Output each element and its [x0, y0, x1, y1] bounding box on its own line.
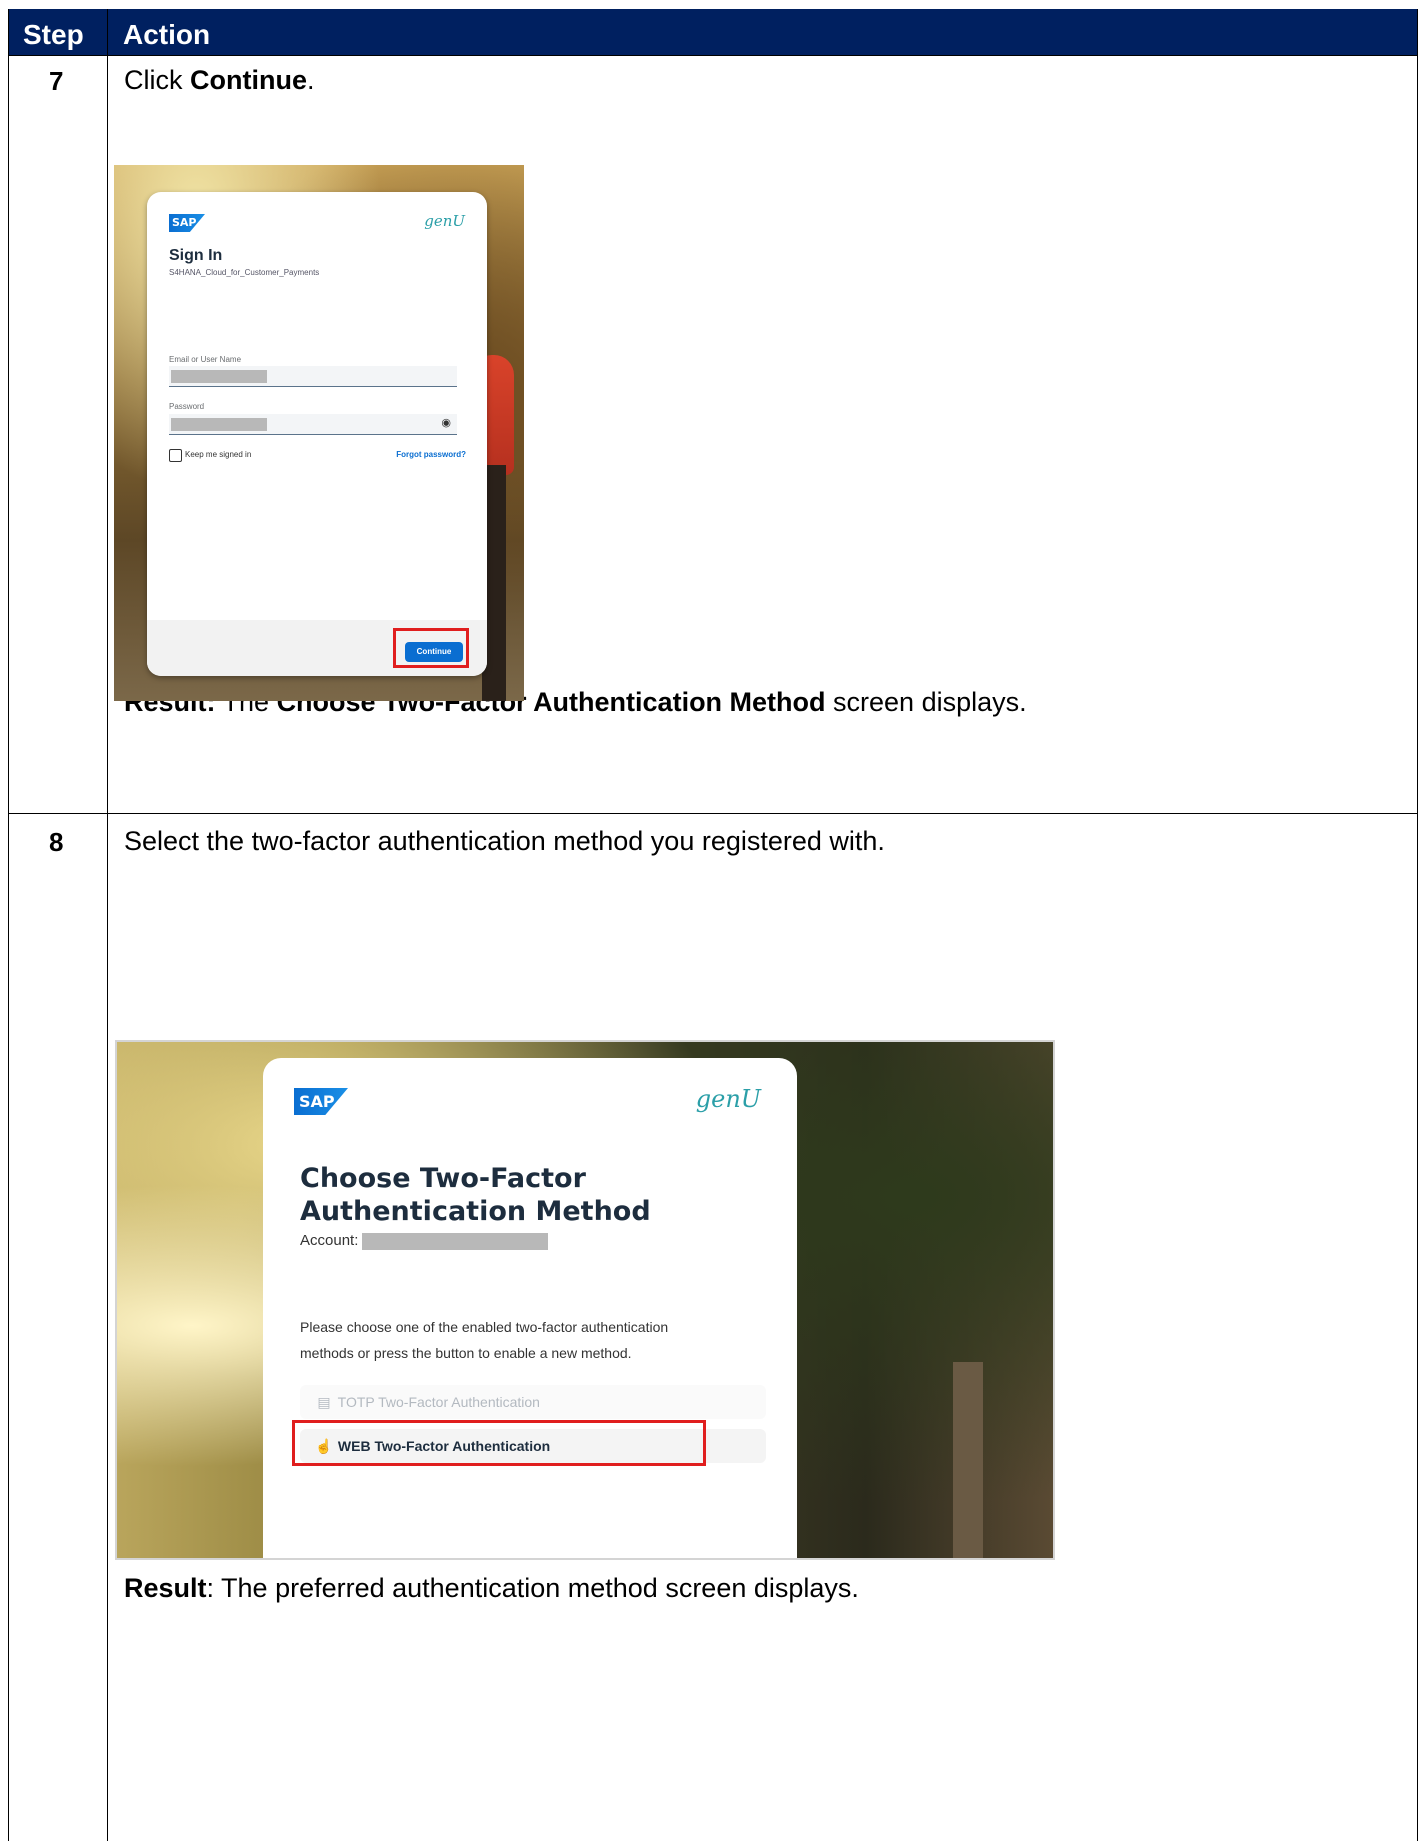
- two-factor-screenshot: SAP genU Choose Two-Factor Authenticatio…: [115, 1040, 1055, 1560]
- step-8-instruction: Select the two-factor authentication met…: [124, 826, 885, 856]
- two-factor-card: SAP genU Choose Two-Factor Authenticatio…: [263, 1058, 797, 1558]
- sign-in-card: SAP genU Sign In S4HANA_Cloud_for_Custom…: [147, 192, 487, 676]
- background-tree: [953, 1362, 983, 1558]
- header-step: Step: [23, 19, 84, 50]
- column-divider: [107, 9, 108, 1841]
- two-factor-description: Please choose one of the enabled two-fac…: [300, 1319, 669, 1361]
- redacted-value: [171, 418, 267, 431]
- password-field[interactable]: ◉: [169, 414, 457, 435]
- step-number-7: 7: [49, 66, 64, 96]
- instruction-text: .: [306, 65, 315, 95]
- password-label: Password: [169, 402, 205, 411]
- instruction-bold: Continue: [190, 65, 307, 95]
- genu-logo: genU: [424, 212, 465, 230]
- table-header: Step Action: [9, 9, 1417, 56]
- redacted-value: [171, 370, 267, 383]
- email-label: Email or User Name: [169, 355, 242, 364]
- email-field[interactable]: [169, 366, 457, 387]
- sap-logo: SAP: [169, 214, 205, 232]
- genu-logo: genU: [695, 1085, 761, 1113]
- header-action: Action: [123, 19, 211, 50]
- two-factor-title: Choose Two-Factor Authentication Method: [300, 1163, 651, 1227]
- result-text: : The preferred authentication method sc…: [206, 1573, 859, 1603]
- eye-icon[interactable]: ◉: [441, 416, 451, 429]
- sap-logo: SAP: [294, 1088, 348, 1115]
- account-label: Account:: [300, 1232, 359, 1249]
- row-divider: [9, 813, 1417, 814]
- sign-in-title: Sign In: [169, 247, 223, 264]
- redacted-account: [362, 1233, 548, 1250]
- keep-signed-in-checkbox[interactable]: [169, 449, 182, 462]
- result-text: screen displays.: [825, 687, 1027, 717]
- totp-option[interactable]: ▤ TOTP Two-Factor Authentication: [300, 1385, 766, 1419]
- step-7-instruction: Click Continue.: [124, 65, 315, 96]
- calendar-icon: ▤: [317, 1394, 331, 1410]
- step-8-result: Result: The preferred authentication met…: [124, 1573, 859, 1604]
- instruction-text: Click: [124, 65, 190, 95]
- sign-in-screenshot: SAP genU Sign In S4HANA_Cloud_for_Custom…: [114, 165, 524, 701]
- continue-highlight: [393, 628, 469, 668]
- sign-in-subtitle: S4HANA_Cloud_for_Customer_Payments: [169, 268, 320, 277]
- web-option-highlight: [292, 1420, 706, 1466]
- forgot-password-link[interactable]: Forgot password?: [396, 450, 466, 459]
- step-number-8: 8: [49, 827, 64, 857]
- keep-signed-in-label: Keep me signed in: [185, 450, 252, 459]
- result-label: Result: [124, 1573, 207, 1603]
- totp-option-label: TOTP Two-Factor Authentication: [337, 1394, 540, 1410]
